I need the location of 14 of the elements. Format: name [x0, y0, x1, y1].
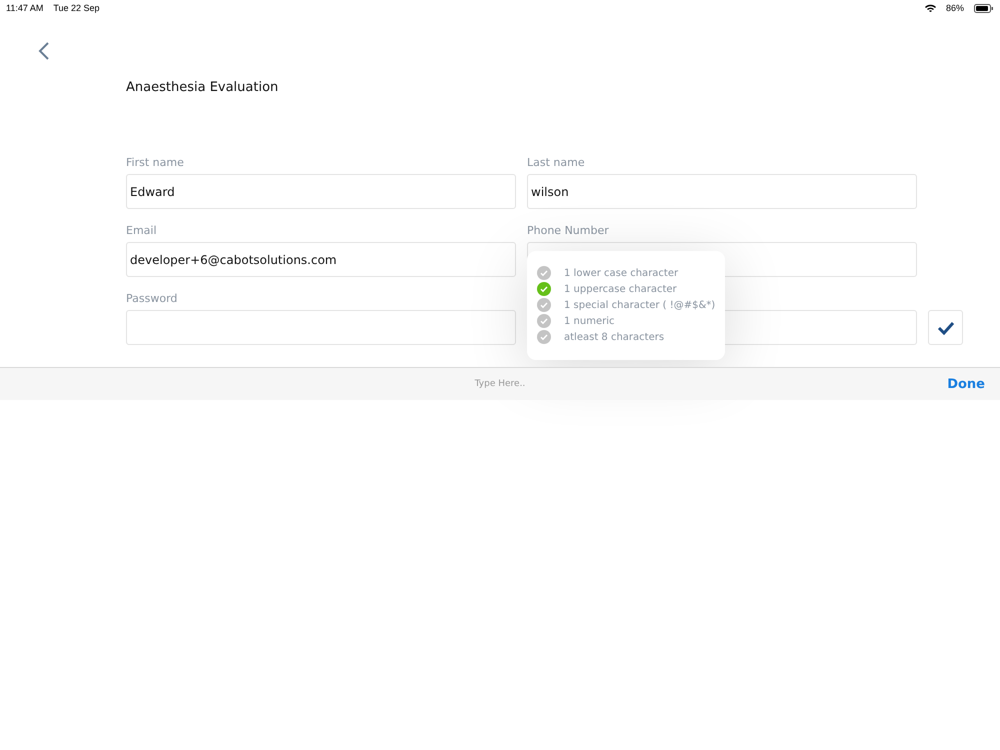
field-label: Password: [126, 292, 178, 307]
rule-text: 1 uppercase character: [564, 284, 677, 294]
battery-percent: 86%: [946, 3, 964, 13]
page-title: Anaesthesia Evaluation: [126, 80, 280, 97]
field-label: Email: [126, 224, 158, 239]
status-time: 11:47 AM: [6, 3, 44, 13]
field-label: First name: [126, 156, 185, 171]
rule-text: 1 special character ( !@#$&*): [564, 300, 716, 310]
rule-text: atleast 8 characters: [564, 332, 664, 342]
rule-text: 1 numeric: [564, 316, 614, 326]
field-label: Phone Number: [527, 224, 610, 239]
status-date: Tue 22 Sep: [53, 3, 100, 13]
field-label: Last name: [527, 156, 586, 171]
rule-text: 1 lower case character: [564, 268, 678, 278]
